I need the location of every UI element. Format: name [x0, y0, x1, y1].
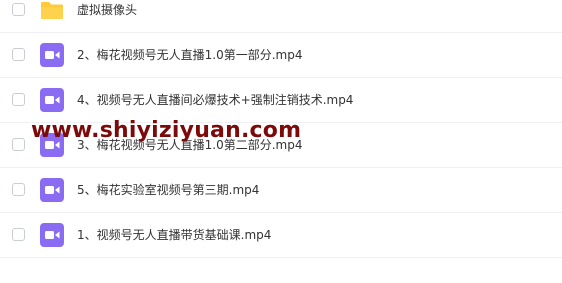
- file-name[interactable]: 2、梅花视频号无人直播1.0第一部分.mp4: [77, 33, 302, 77]
- file-name[interactable]: 4、视频号无人直播间必爆技术+强制注销技术.mp4: [77, 78, 353, 122]
- video-file-icon: [40, 43, 64, 67]
- video-file-icon: [40, 178, 64, 202]
- select-checkbox[interactable]: [12, 93, 25, 106]
- file-name[interactable]: 虚拟摄像头: [77, 0, 137, 32]
- file-row[interactable]: 4、视频号无人直播间必爆技术+强制注销技术.mp4: [0, 78, 562, 123]
- video-file-icon: [40, 223, 64, 247]
- select-checkbox[interactable]: [12, 48, 25, 61]
- select-checkbox[interactable]: [12, 3, 25, 16]
- file-name[interactable]: 5、梅花实验室视频号第三期.mp4: [77, 168, 259, 212]
- file-row[interactable]: 2、梅花视频号无人直播1.0第一部分.mp4: [0, 33, 562, 78]
- file-row[interactable]: 5、梅花实验室视频号第三期.mp4: [0, 168, 562, 213]
- folder-icon: [40, 0, 64, 22]
- file-row-folder[interactable]: 虚拟摄像头: [0, 0, 562, 33]
- file-name[interactable]: 1、视频号无人直播带货基础课.mp4: [77, 213, 271, 257]
- video-file-icon: [40, 133, 64, 157]
- select-checkbox[interactable]: [12, 228, 25, 241]
- video-file-icon: [40, 88, 64, 112]
- file-list: 虚拟摄像头 2、梅花视频号无人直播1.0第一部分.mp4 4、视频号无人直播间必…: [0, 0, 562, 258]
- file-name[interactable]: 3、梅花视频号无人直播1.0第二部分.mp4: [77, 123, 302, 167]
- select-checkbox[interactable]: [12, 183, 25, 196]
- file-row[interactable]: 3、梅花视频号无人直播1.0第二部分.mp4: [0, 123, 562, 168]
- select-checkbox[interactable]: [12, 138, 25, 151]
- file-row[interactable]: 1、视频号无人直播带货基础课.mp4: [0, 213, 562, 258]
